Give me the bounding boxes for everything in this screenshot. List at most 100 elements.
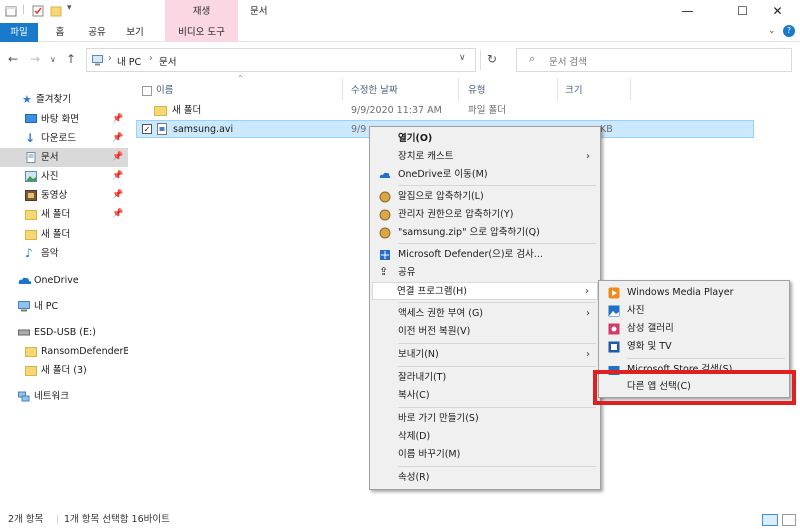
refresh-icon[interactable]: ↻ [487,52,497,66]
menu-item-compress-to-zip[interactable]: "samsung.zip" 으로 압축하기(Q) [372,224,598,242]
menu-item-samsung-gallery[interactable]: 삼성 갤러리 [601,320,787,338]
menu-item-open-with[interactable]: 연결 프로그램(H) › [372,282,598,300]
menu-item-move-to-onedrive[interactable]: OneDrive로 이동(M) [372,166,598,184]
sidebar-item-label: RansomDefenderBa [41,346,128,357]
menu-item-label: 복사(C) [398,390,430,401]
forward-arrow-icon[interactable]: → [30,52,40,66]
tab-file[interactable]: 파일 [0,23,38,42]
customize-qat-icon[interactable]: ▾ [67,3,72,13]
new-folder-icon[interactable] [50,5,62,17]
menu-item-admin-compress[interactable]: 관리자 권한으로 압축하기(Y) [372,206,598,224]
gallery-icon [608,323,620,335]
minimize-button[interactable]: — [665,0,710,23]
help-icon[interactable]: ? [783,25,795,37]
sidebar-item-videos[interactable]: 동영상 📌 [0,186,128,205]
menu-item-delete[interactable]: 삭제(D) [372,428,598,446]
properties-icon[interactable] [32,5,44,17]
tab-share[interactable]: 공유 [82,23,112,42]
column-divider[interactable] [557,78,558,100]
menu-item-cut[interactable]: 잘라내기(T) [372,369,598,387]
folder-icon [154,106,167,116]
up-arrow-icon[interactable]: ↑ [66,52,76,66]
photos-icon [608,305,620,317]
expand-ribbon-icon[interactable]: ⌄ [768,26,776,36]
menu-item-copy[interactable]: 복사(C) [372,387,598,405]
column-divider[interactable] [458,78,459,100]
tab-home[interactable]: 홈 [48,23,72,42]
recent-locations-icon[interactable]: ∨ [50,55,56,64]
sidebar-item-ransomdefender[interactable]: RansomDefenderBa [0,342,128,361]
search-input[interactable]: 문서 검색 [549,54,587,68]
menu-item-open[interactable]: 열기(O) [372,130,598,148]
menu-item-label: "samsung.zip" 으로 압축하기(Q) [398,227,540,238]
select-all-checkbox[interactable] [142,86,152,96]
pc-icon [18,301,30,312]
sidebar-item-music[interactable]: ♪ 음악 [0,244,128,263]
download-icon: ↓ [25,131,36,145]
breadcrumb-pc[interactable]: 내 PC [117,54,141,68]
sidebar-item-this-pc[interactable]: 내 PC [0,297,128,316]
menu-item-label: 관리자 권한으로 압축하기(Y) [398,209,514,220]
file-name: 새 폴더 [172,105,202,116]
column-header-name[interactable]: 이름 [156,82,173,100]
sidebar-item-desktop[interactable]: 바탕 화면 📌 [0,110,128,129]
menu-item-cast-to-device[interactable]: 장치로 캐스트 › [372,148,598,166]
column-divider[interactable] [630,78,631,100]
table-row[interactable]: 새 폴더 9/9/2020 11:37 AM 파일 폴더 [136,102,754,120]
back-arrow-icon[interactable]: ← [8,52,18,66]
tab-view[interactable]: 보기 [120,23,150,42]
desktop-icon [25,114,37,123]
address-dropdown-icon[interactable]: ∨ [459,53,466,63]
movies-tv-icon [608,341,620,353]
breadcrumb-documents[interactable]: 문서 [159,54,176,68]
menu-separator [627,358,785,359]
pin-icon: 📌 [112,171,124,181]
menu-item-create-shortcut[interactable]: 바로 가기 만들기(S) [372,410,598,428]
details-view-icon[interactable] [762,514,778,526]
menu-item-label: 사진 [627,305,645,316]
pin-icon: 📌 [112,152,124,162]
column-header-date[interactable]: 수정한 날짜 [351,82,398,100]
column-header-type[interactable]: 유형 [468,82,485,100]
sidebar-item-onedrive[interactable]: OneDrive [0,271,128,290]
file-date: 9/9/2020 11:37 AM [351,105,442,116]
menu-item-label: 보내기(N) [398,349,439,360]
menu-item-defender-scan[interactable]: Microsoft Defender(으)로 검사... [372,246,598,264]
address-bar[interactable]: › 내 PC › 문서 ∨ ↻ [86,48,497,72]
menu-item-send-to[interactable]: 보내기(N) › [372,346,598,364]
sidebar-item-new-folder-3[interactable]: 새 폴더 (3) [0,361,128,380]
sidebar-item-network[interactable]: 네트워크 [0,387,128,406]
sidebar-item-downloads[interactable]: ↓ 다운로드 📌 [0,129,128,148]
sidebar-item-new-folder[interactable]: 새 폴더 [0,225,128,244]
menu-item-rename[interactable]: 이름 바꾸기(M) [372,446,598,464]
sidebar-item-quick-access[interactable]: ★ 즐겨찾기 [0,90,128,109]
tab-video-tools[interactable]: 비디오 도구 [165,23,238,42]
sort-ascending-icon: ⌃ [237,74,244,83]
close-button[interactable]: ✕ [755,0,800,23]
context-menu: 열기(O) 장치로 캐스트 › OneDrive로 이동(M) 알집으로 압축하기… [369,126,601,490]
sidebar-item-usb-drive[interactable]: ESD-USB (E:) [0,323,128,342]
menu-item-give-access[interactable]: 액세스 권한 부여 (G) › [372,305,598,323]
column-divider[interactable] [342,78,343,100]
menu-separator [398,185,596,186]
search-box[interactable]: ⌕ 문서 검색 [516,48,792,72]
menu-item-share[interactable]: ⇪ 공유 [372,264,598,282]
menu-item-restore-previous[interactable]: 이전 버전 복원(V) [372,323,598,341]
menu-item-properties[interactable]: 속성(R) [372,469,598,487]
title-bar: | ▾ 재생 문서 — ☐ ✕ [0,0,800,23]
menu-item-windows-media-player[interactable]: Windows Media Player [601,284,787,302]
column-header-size[interactable]: 크기 [565,82,582,100]
video-file-icon [157,123,167,135]
row-checkbox[interactable]: ✓ [142,124,152,134]
menu-item-photos[interactable]: 사진 [601,302,787,320]
drive-icon [18,329,30,336]
network-icon [18,391,30,402]
menu-item-movies-tv[interactable]: 영화 및 TV [601,338,787,356]
folder-icon [25,230,37,240]
chevron-right-icon: › [585,286,589,297]
sidebar-item-pictures[interactable]: 사진 📌 [0,167,128,186]
sidebar-item-documents[interactable]: 문서 📌 [0,148,128,167]
large-icons-view-icon[interactable] [782,514,796,526]
sidebar-item-new-folder[interactable]: 새 폴더 📌 [0,205,128,224]
menu-item-alzip-compress[interactable]: 알집으로 압축하기(L) [372,188,598,206]
